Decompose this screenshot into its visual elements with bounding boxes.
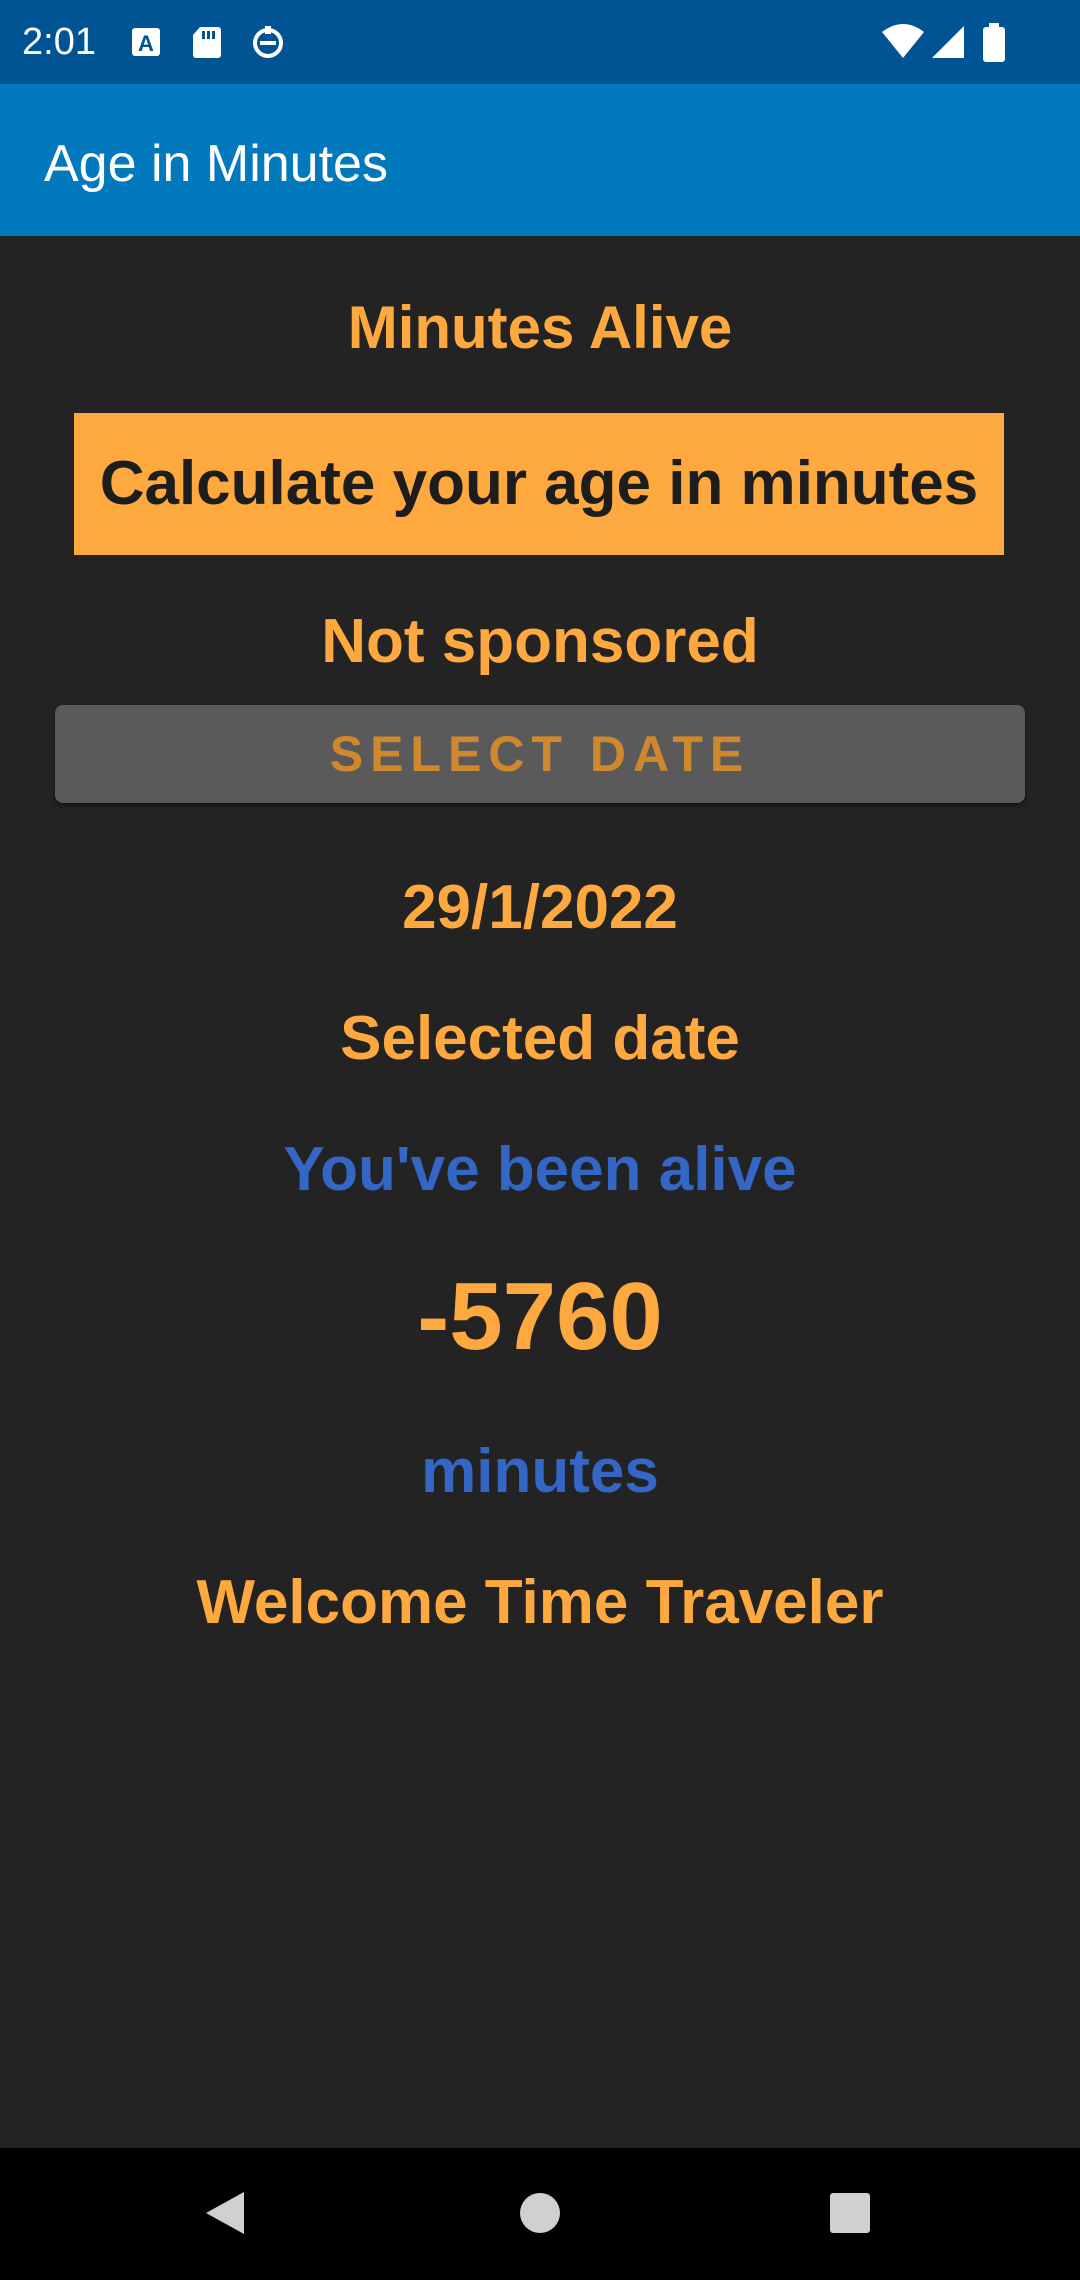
- svg-text:A: A: [138, 31, 154, 56]
- page-title: Minutes Alive: [347, 294, 733, 361]
- wifi-icon: [882, 24, 924, 58]
- result-message: Welcome Time Traveler: [196, 1568, 884, 1637]
- app-bar: Age in Minutes: [0, 84, 1080, 236]
- select-date-button[interactable]: SELECT DATE: [55, 705, 1025, 803]
- sponsor-text: Not sponsored: [321, 607, 759, 676]
- navigation-bar: [0, 2148, 1080, 2280]
- alive-label: You've been alive: [283, 1135, 797, 1204]
- recents-icon[interactable]: [815, 2178, 885, 2248]
- selected-date-caption: Selected date: [340, 1004, 740, 1073]
- text-a-icon: A: [132, 28, 160, 56]
- sd-card-icon: [193, 27, 221, 58]
- battery-icon: [983, 23, 1005, 62]
- minutes-label: minutes: [421, 1437, 659, 1506]
- status-time: 2:01: [22, 21, 96, 63]
- back-icon[interactable]: [190, 2178, 260, 2248]
- signal-icon: [932, 26, 964, 58]
- selected-date-value: 29/1/2022: [402, 873, 678, 942]
- vpn-icon: [253, 26, 283, 58]
- status-bar: 2:01 A: [0, 0, 1080, 84]
- calculate-banner: Calculate your age in minutes: [74, 413, 1004, 555]
- main-content: Minutes Alive Calculate your age in minu…: [0, 236, 1080, 2148]
- home-icon[interactable]: [505, 2178, 575, 2248]
- age-in-minutes-value: -5760: [417, 1263, 663, 1370]
- app-title: Age in Minutes: [44, 135, 388, 193]
